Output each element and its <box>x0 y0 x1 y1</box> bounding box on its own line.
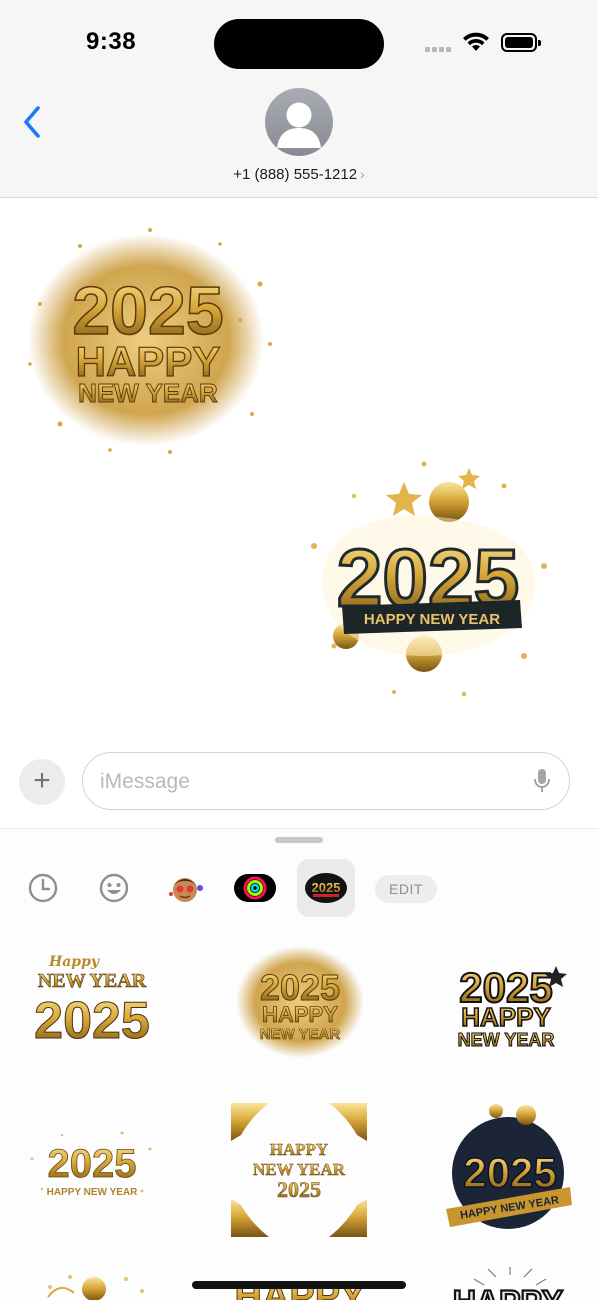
fitness-app-icon[interactable] <box>226 859 284 917</box>
sticker-happy-new-year-2025-image: Happy NEW YEAR 2025 <box>34 954 151 1051</box>
svg-text:Happy: Happy <box>48 954 100 970</box>
emoji-icon[interactable] <box>85 859 143 917</box>
svg-text:HAPPY: HAPPY <box>270 1140 329 1159</box>
cellular-signal-icon <box>425 47 455 52</box>
svg-text:HAPPY: HAPPY <box>453 1284 563 1300</box>
microphone-icon[interactable] <box>533 768 551 794</box>
contact-number: +1 (888) 555-1212 <box>233 166 358 183</box>
sticker-2025-ribbon-image: 2025 HAPPY NEW YEAR <box>446 1104 572 1229</box>
received-sticker[interactable]: 2025 HAPPY NEW YEAR <box>20 224 280 460</box>
app-tray: 2025 EDIT <box>0 859 598 917</box>
svg-text:2025: 2025 <box>34 992 150 1044</box>
battery-icon <box>501 33 541 52</box>
sticker-2025-glitter-image: 2025 HAPPY NEW YEAR <box>236 946 364 1058</box>
svg-text:2025: 2025 <box>277 1177 321 1202</box>
dynamic-island <box>214 19 384 69</box>
status-time: 9:38 <box>86 28 137 55</box>
person-silhouette-icon <box>277 102 321 148</box>
imessage-input[interactable]: iMessage <box>82 752 570 810</box>
sticker-grid-item[interactable]: HAPPY NEW YEAR 2025 <box>229 1101 369 1237</box>
svg-text:NEW YEAR: NEW YEAR <box>458 1030 555 1050</box>
svg-text:HAPPY: HAPPY <box>262 1002 338 1027</box>
sticker-2025-ornaments-image: 2025 HAPPY NEW YEAR <box>311 461 547 697</box>
sent-sticker[interactable]: 2025 HAPPY NEW YEAR <box>294 456 562 704</box>
sticker-happy-new-year-frame-image: HAPPY NEW YEAR 2025 <box>231 1103 367 1237</box>
sticker-grid-item[interactable]: 2025 HAPPY NEW YEAR <box>438 944 578 1079</box>
memoji-app-icon[interactable] <box>156 859 214 917</box>
wifi-icon <box>463 32 489 51</box>
pack-icon-label: 2025 <box>312 880 341 895</box>
svg-text:HAPPY: HAPPY <box>461 1002 551 1032</box>
chevron-right-icon: › <box>360 166 365 182</box>
sticker-happy-firework-image: HAPPY <box>452 1267 564 1300</box>
contact-avatar[interactable] <box>265 88 333 156</box>
edit-button[interactable]: EDIT <box>375 875 437 903</box>
contact-name-row[interactable]: +1 (888) 555-1212 › <box>0 166 598 183</box>
sticker-grid-item[interactable]: HAPPY <box>30 1267 170 1300</box>
svg-text:2025: 2025 <box>48 1142 137 1186</box>
sticker-grid-item[interactable]: 2025 HAPPY NEW YEAR <box>22 1119 162 1254</box>
sticker-2025-black-gold-image: 2025 HAPPY NEW YEAR <box>457 963 567 1051</box>
conversation-header: +1 (888) 555-1212 › <box>0 86 598 198</box>
svg-text:NEW YEAR: NEW YEAR <box>38 970 147 992</box>
sticker-2025-sparkle-image: 2025 HAPPY NEW YEAR <box>30 1131 152 1198</box>
svg-text:HAPPY NEW YEAR: HAPPY NEW YEAR <box>47 1187 139 1198</box>
sticker-banner-text: HAPPY NEW YEAR <box>364 611 500 628</box>
sticker-grid-item[interactable]: 2025 HAPPY NEW YEAR <box>230 944 370 1079</box>
home-indicator[interactable] <box>192 1281 406 1289</box>
sticker-new-year-text: NEW YEAR <box>78 378 218 408</box>
sticker-grid-item[interactable]: Happy NEW YEAR 2025 <box>22 944 162 1079</box>
sticker-ornaments-image: HAPPY <box>47 1275 144 1300</box>
sticker-2025-glitter-image: 2025 HAPPY NEW YEAR <box>28 228 272 454</box>
svg-text:NEW YEAR: NEW YEAR <box>260 1026 341 1043</box>
sticker-drawer: 2025 EDIT Happy NEW YEAR 2025 2025 HAPPY… <box>0 828 598 1300</box>
sticker-grid-item[interactable]: 2025 HAPPY NEW YEAR <box>438 1101 578 1236</box>
status-bar: 9:38 <box>0 0 598 86</box>
sticker-grid-item[interactable]: HAPPY <box>440 1267 580 1300</box>
drawer-grabber[interactable] <box>275 837 323 843</box>
apps-plus-button[interactable]: + <box>19 759 65 805</box>
imessage-placeholder: iMessage <box>100 770 190 793</box>
recents-icon[interactable] <box>14 859 72 917</box>
2025-sticker-pack-icon[interactable]: 2025 <box>297 859 355 917</box>
svg-text:2025: 2025 <box>463 1149 556 1196</box>
back-chevron-icon[interactable] <box>20 104 44 140</box>
